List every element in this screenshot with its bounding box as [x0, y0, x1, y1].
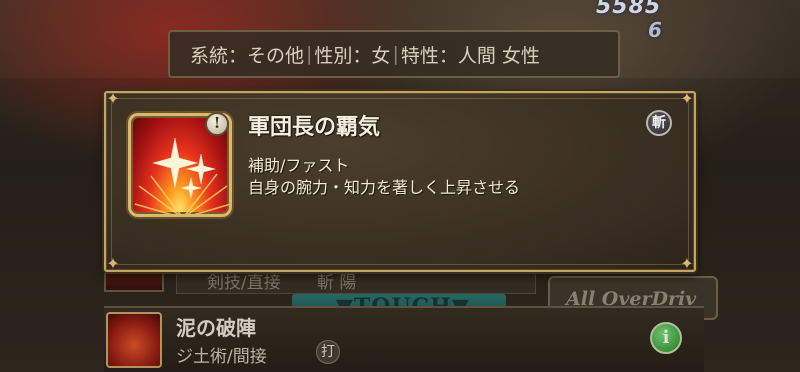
info-divider: |	[392, 43, 399, 65]
gender-label: 性別：女	[314, 44, 391, 67]
corner-ornament-icon: ✦	[680, 89, 694, 108]
character-info-bar: 系統：その他 | 性別：女 | 特性：人間 女性	[168, 30, 620, 78]
skill-lock-badge-icon: !	[205, 112, 229, 136]
skill-type: 補助/ファスト	[248, 156, 350, 175]
corner-ornament-icon: ✦	[106, 89, 120, 108]
skill-description: 自身の腕力・知力を著しく上昇させる	[248, 178, 521, 197]
slash-attribute-badge-icon: 斬	[646, 110, 672, 136]
skill-detail-popup[interactable]: ✦ ✦ ✦ ✦ ! 軍団長の覇気 斬 補助/ファスト 自身の腕力・知力を著しく上…	[104, 89, 696, 273]
score-readout: 5585	[596, 0, 662, 19]
lineage-label: 系統：その他	[190, 44, 305, 67]
corner-ornament-icon: ✦	[106, 254, 120, 273]
corner-ornament-icon: ✦	[680, 254, 694, 273]
trait-label: 特性：人間 女性	[400, 44, 540, 67]
skill-name: 軍団長の覇気	[248, 115, 381, 140]
info-divider: |	[306, 43, 313, 65]
score-sub-readout: 6	[648, 18, 662, 42]
